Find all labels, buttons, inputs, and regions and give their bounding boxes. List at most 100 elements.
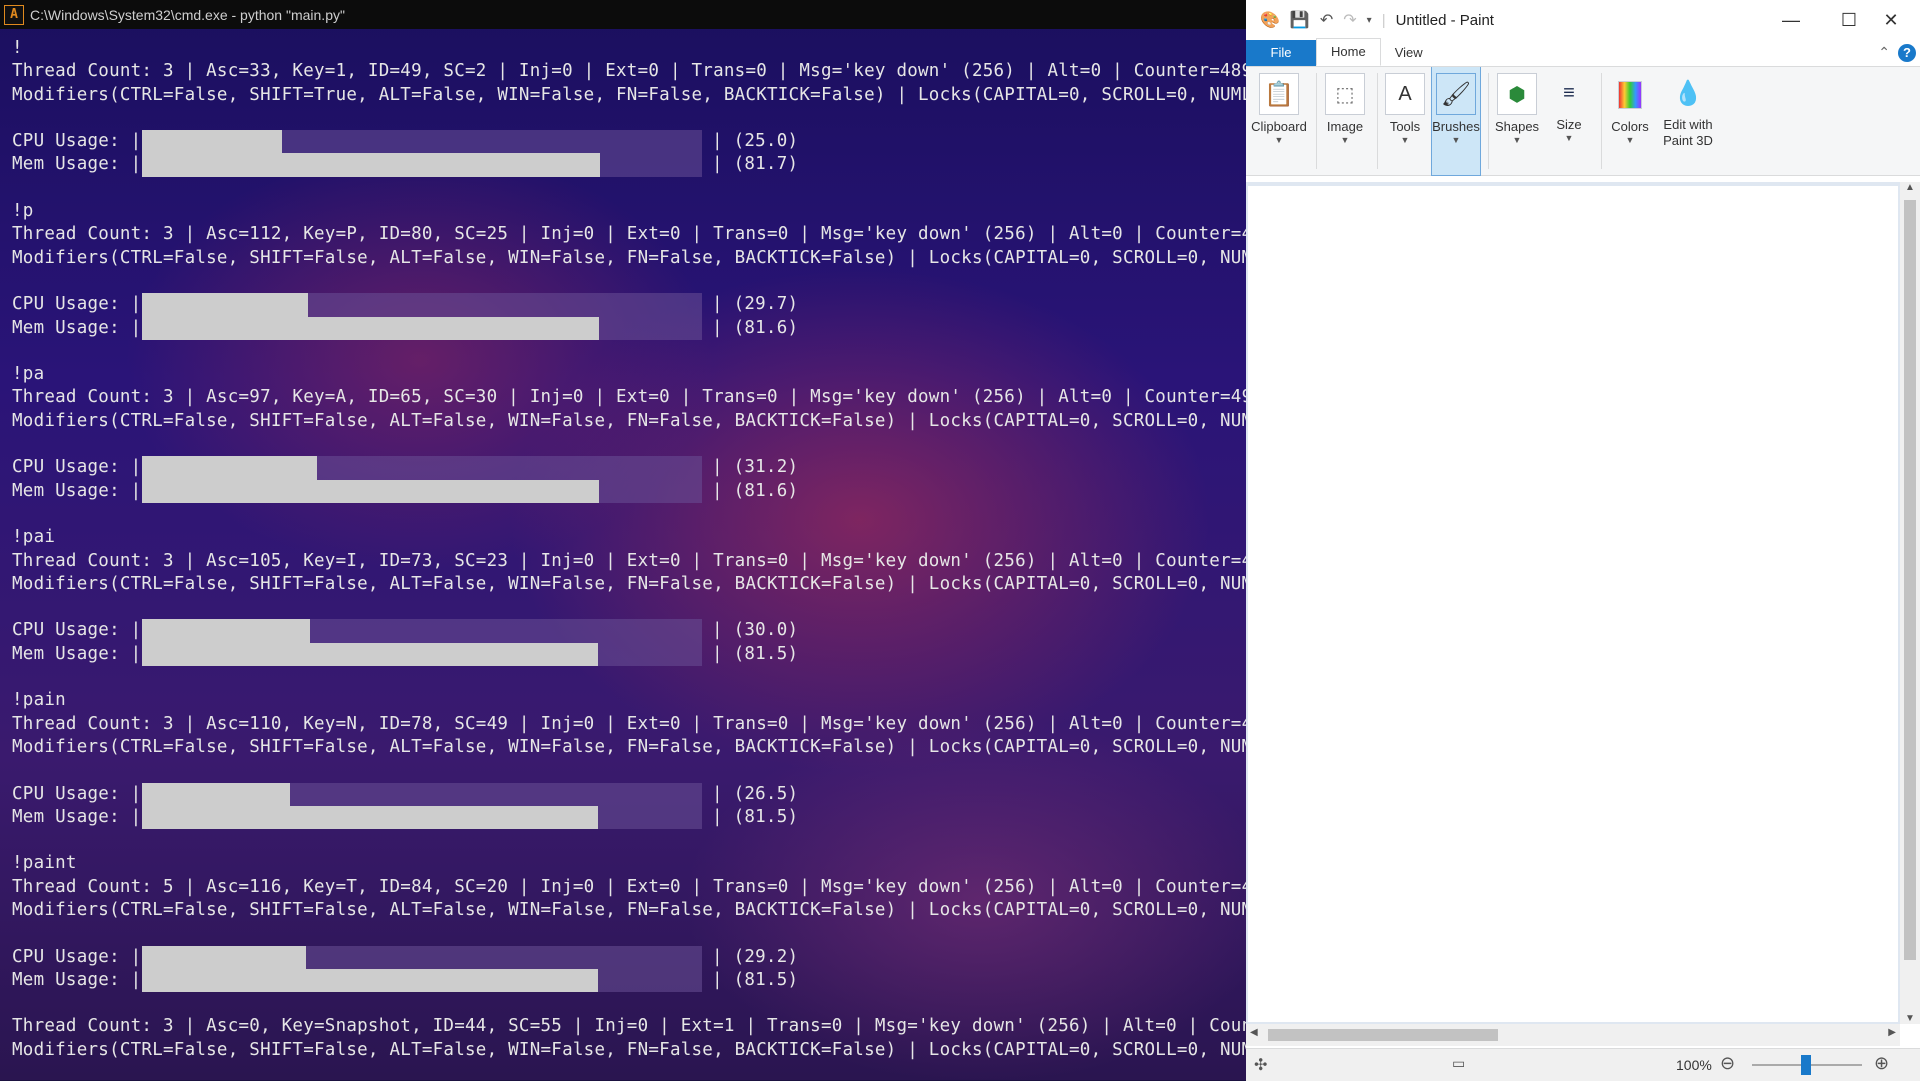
shapes-group[interactable]: ⬢ Shapes ▼ — [1493, 67, 1541, 175]
drawing-canvas[interactable] — [1248, 186, 1898, 1022]
cpu-usage-bar — [142, 782, 702, 806]
tools-label: Tools — [1389, 119, 1421, 134]
cpu-usage-bar-fill — [142, 782, 291, 806]
cpu-usage-bar — [142, 293, 702, 317]
tab-home[interactable]: Home — [1316, 38, 1381, 66]
cpu-usage-label: CPU Usage: | — [12, 457, 142, 478]
chevron-down-icon: ▼ — [1400, 135, 1410, 145]
cpu-usage: CPU Usage: | | (29.7) — [12, 293, 1246, 317]
cpu-usage: CPU Usage: | | (30.0) — [12, 619, 1246, 643]
paint-titlebar[interactable]: 🎨 💾 ↶ ↷ ▾ | Untitled - Paint — ☐ ✕ — [1246, 0, 1920, 40]
modifiers-line: Modifiers(CTRL=False, SHIFT=False, ALT=F… — [12, 899, 1246, 920]
thread-info-line: Thread Count: 3 | Asc=105, Key=I, ID=73,… — [12, 550, 1246, 571]
cpu-usage-value: | (25.0) — [712, 131, 799, 152]
zoom-slider-thumb[interactable] — [1801, 1055, 1811, 1075]
horizontal-scrollbar[interactable]: ◀ ▶ — [1246, 1024, 1900, 1046]
thread-info-line: Thread Count: 3 | Asc=112, Key=P, ID=80,… — [12, 224, 1246, 245]
colors-group[interactable]: Colors ▼ — [1606, 67, 1654, 175]
mem-usage: Mem Usage: | | (81.5) — [12, 968, 1246, 993]
cpu-usage-bar — [142, 456, 702, 480]
brush-icon: 🖌 — [1436, 73, 1476, 115]
mem-usage-bar-fill — [142, 642, 599, 667]
cpu-usage-bar — [142, 619, 702, 643]
ribbon-separator — [1601, 73, 1602, 169]
tab-file[interactable]: File — [1246, 40, 1316, 66]
size-group[interactable]: ≡ Size ▼ — [1545, 67, 1593, 175]
scroll-right-icon[interactable]: ▶ — [1888, 1027, 1896, 1038]
cpu-usage-label: CPU Usage: | — [12, 783, 142, 804]
thread-info-line: Thread Count: 3 | Asc=0, Key=Snapshot, I… — [12, 1016, 1246, 1037]
zoom-in-button[interactable]: ⊕ — [1874, 1053, 1889, 1074]
qat-divider: | — [1381, 11, 1386, 29]
select-icon: ⬚ — [1325, 73, 1365, 115]
shapes-label: Shapes — [1494, 119, 1540, 134]
mem-usage-bar — [142, 805, 702, 830]
cpu-usage-bar-fill — [142, 619, 310, 643]
scroll-left-icon[interactable]: ◀ — [1250, 1027, 1258, 1038]
modifiers-line: Modifiers(CTRL=False, SHIFT=False, ALT=F… — [12, 736, 1246, 757]
mem-usage-label: Mem Usage: | — [12, 643, 142, 664]
mem-usage-label: Mem Usage: | — [12, 317, 142, 338]
modifiers-line: Modifiers(CTRL=False, SHIFT=True, ALT=Fa… — [12, 84, 1246, 105]
mem-usage-bar-fill — [142, 968, 599, 993]
customize-qat-icon[interactable]: ▾ — [1367, 15, 1372, 26]
input-echo-line: !p — [12, 201, 34, 222]
modifiers-line: Modifiers(CTRL=False, SHIFT=False, ALT=F… — [12, 410, 1246, 431]
edit-paint3d-group[interactable]: 💧 Edit with Paint 3D — [1658, 67, 1718, 175]
mem-usage-bar — [142, 479, 702, 503]
paint-window: 🎨 💾 ↶ ↷ ▾ | Untitled - Paint — ☐ ✕ File … — [1246, 0, 1920, 1081]
mem-usage-value: | (81.5) — [712, 643, 799, 664]
mem-usage-value: | (81.5) — [712, 969, 799, 990]
mem-usage: Mem Usage: | | (81.7) — [12, 153, 1246, 177]
mem-usage-bar — [142, 316, 702, 340]
chevron-down-icon: ▼ — [1274, 135, 1284, 145]
cmd-titlebar[interactable]: A C:\Windows\System32\cmd.exe - python "… — [0, 0, 1246, 29]
cpu-usage-label: CPU Usage: | — [12, 946, 142, 967]
cpu-usage: CPU Usage: | | (31.2) — [12, 456, 1246, 480]
clipboard-icon: 📋 — [1259, 73, 1299, 115]
cpu-usage-bar — [142, 130, 702, 154]
modifiers-line: Modifiers(CTRL=False, SHIFT=False, ALT=F… — [12, 573, 1246, 594]
tab-view[interactable]: View — [1381, 40, 1437, 66]
image-group[interactable]: ⬚ Image ▼ — [1321, 67, 1369, 175]
clipboard-group[interactable]: 📋 Clipboard ▼ — [1250, 67, 1308, 175]
input-echo-line: !pai — [12, 527, 56, 548]
mem-usage-label: Mem Usage: | — [12, 969, 142, 990]
minimize-button[interactable]: — — [1762, 0, 1820, 40]
brushes-group[interactable]: 🖌 Brushes ▼ — [1431, 66, 1481, 176]
ribbon-separator — [1377, 73, 1378, 169]
tools-group[interactable]: A Tools ▼ — [1382, 67, 1428, 175]
scroll-down-icon[interactable]: ▼ — [1905, 1013, 1915, 1024]
mem-usage-value: | (81.5) — [712, 806, 799, 827]
save-icon[interactable]: 💾 — [1290, 10, 1310, 30]
thread-info-line: Thread Count: 3 | Asc=97, Key=A, ID=65, … — [12, 387, 1246, 408]
cmd-title: C:\Windows\System32\cmd.exe - python "ma… — [30, 6, 345, 23]
cpu-usage-value: | (29.7) — [712, 294, 799, 315]
redo-icon[interactable]: ↷ — [1343, 10, 1356, 30]
horizontal-scroll-thumb[interactable] — [1268, 1029, 1498, 1041]
scroll-up-icon[interactable]: ▲ — [1905, 182, 1915, 193]
cpu-usage-value: | (31.2) — [712, 457, 799, 478]
help-icon[interactable]: ? — [1898, 44, 1916, 62]
undo-icon[interactable]: ↶ — [1320, 10, 1333, 30]
cpu-usage-value: | (26.5) — [712, 783, 799, 804]
vertical-scrollbar[interactable]: ▲ ▼ — [1900, 182, 1920, 1024]
zoom-out-button[interactable]: ⊖ — [1720, 1053, 1735, 1074]
collapse-ribbon-icon[interactable]: ⌃ — [1878, 44, 1890, 61]
mem-usage-label: Mem Usage: | — [12, 806, 142, 827]
vertical-scroll-thumb[interactable] — [1904, 200, 1916, 960]
console-output[interactable]: ! Thread Count: 3 | Asc=33, Key=1, ID=49,… — [12, 37, 1246, 1080]
edit-paint3d-label: Edit with Paint 3D — [1663, 117, 1713, 148]
thread-info-line: Thread Count: 3 | Asc=110, Key=N, ID=78,… — [12, 713, 1246, 734]
size-label: Size — [1556, 117, 1582, 132]
close-button[interactable]: ✕ — [1862, 0, 1920, 40]
mem-usage-value: | (81.6) — [712, 480, 799, 501]
mem-usage-bar — [142, 642, 702, 667]
input-echo-line: !paint — [12, 853, 77, 874]
mem-usage-bar-fill — [142, 805, 599, 830]
